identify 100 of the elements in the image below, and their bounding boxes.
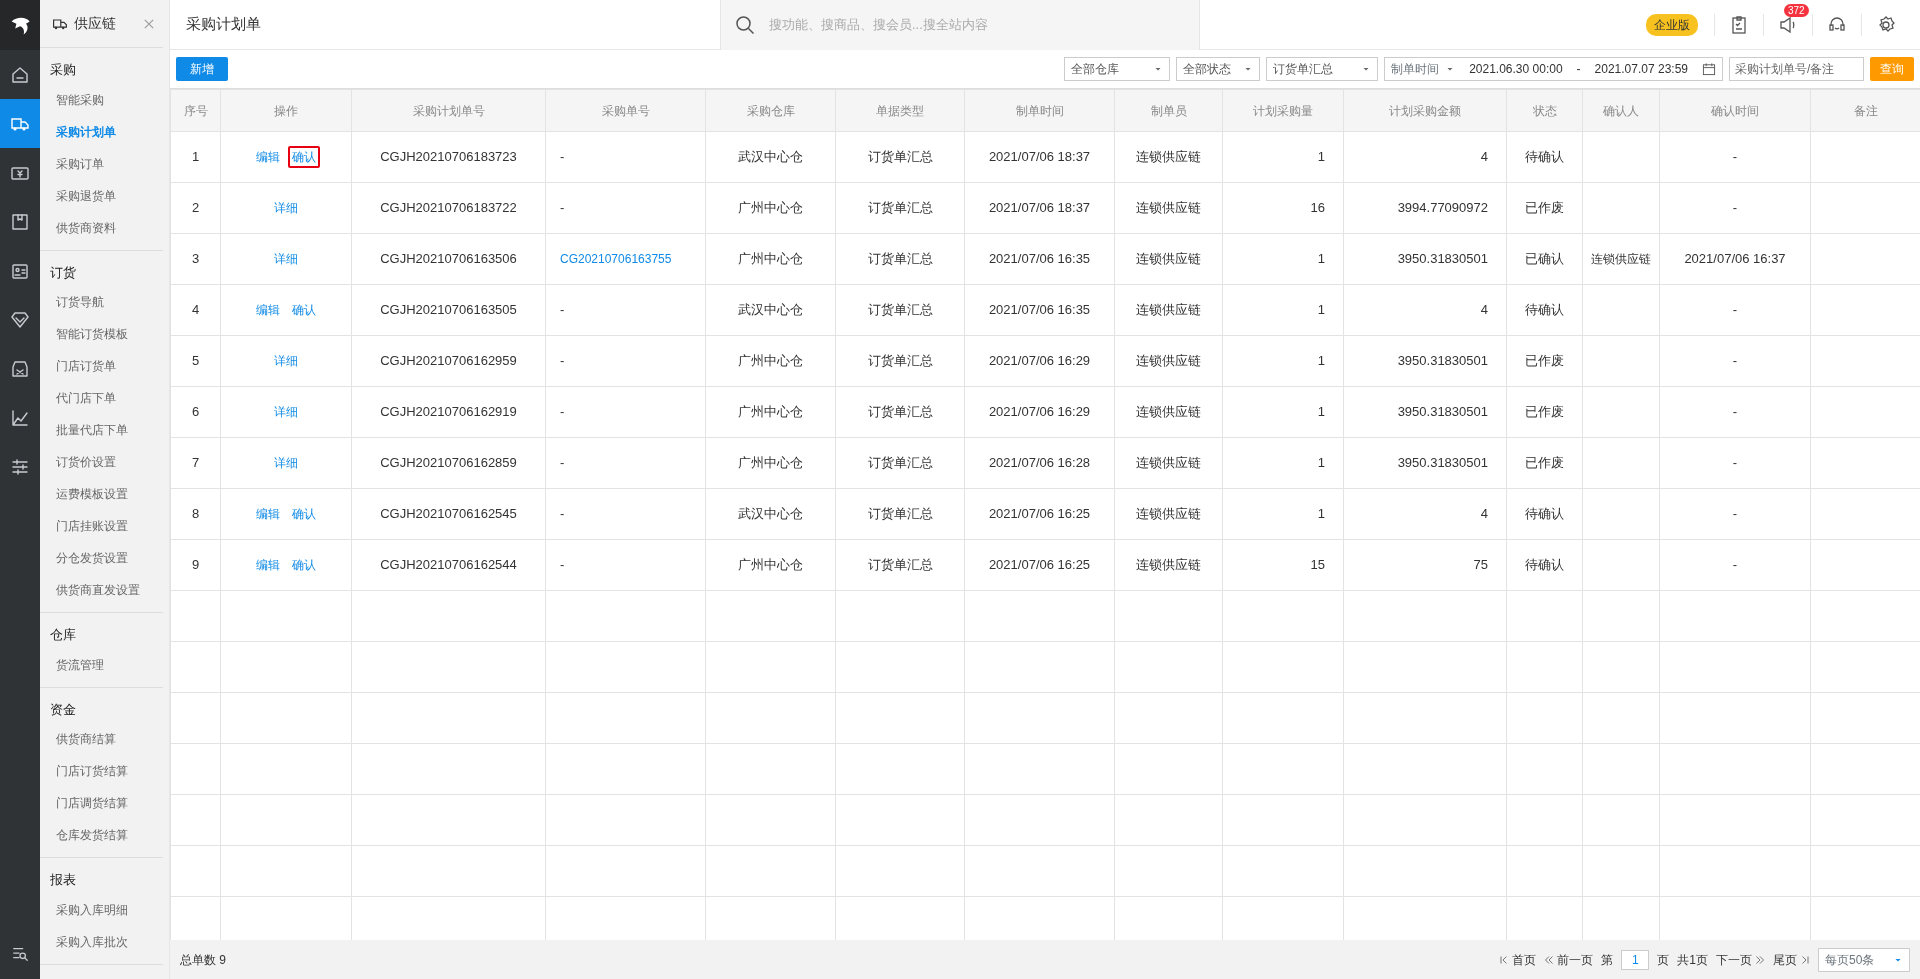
table-cell: 75 [1343,539,1507,591]
action-link[interactable]: 确认 [288,503,320,526]
sidebar-item[interactable]: 代门店下单 [40,382,163,414]
sidebar-item[interactable]: 订货价设置 [40,446,163,478]
sidebar-item[interactable]: 门店挂账设置 [40,510,163,542]
column-header: 采购单号 [545,89,706,132]
table-cell: 6 [170,386,221,438]
table-cell: 4 [170,284,221,336]
sidebar-item[interactable]: 智能订货模板 [40,318,163,350]
table-cell: 1 [1222,437,1344,489]
sidebar-item[interactable]: 采购入库批次 [40,925,163,958]
filter-dropdown[interactable]: 订货单汇总 [1266,57,1379,81]
table-cell: 1 [170,131,221,183]
table-cell: 广州中心仓 [705,437,836,489]
search-field[interactable]: 搜功能、搜商品、搜会员...搜全站内容 [767,13,1199,36]
action-link[interactable]: 编辑 [252,503,284,526]
action-link[interactable]: 编辑 [252,554,284,577]
sidebar-item[interactable]: 供货商直发设置 [40,574,163,606]
sidebar-item[interactable]: 门店订货单 [40,350,163,382]
table-cell: 1 [1222,335,1344,387]
table-cell: 武汉中心仓 [705,131,836,183]
sidebar-item[interactable]: 供货商结算 [40,723,163,755]
table-cell: 订货单汇总 [835,131,965,183]
add-button[interactable]: 新增 [176,57,228,81]
table-cell: 连锁供应链 [1114,335,1223,387]
table-cell: 2021/07/06 16:25 [964,539,1115,591]
table-cell: 订货单汇总 [835,182,965,234]
table-cell: 9 [170,539,221,591]
column-header: 计划采购量 [1222,89,1344,132]
sidebar-item[interactable]: 采购计划单 [40,115,163,148]
sidebar-item[interactable]: 供货商资料 [40,211,163,244]
sidebar-item[interactable]: 门店订货结算 [40,755,163,787]
table-cell: - [545,335,706,387]
sidebar-item[interactable]: 批量代店下单 [40,414,163,446]
table-cell: 连锁供应链 [1114,539,1223,591]
table-cell: 2021/07/06 16:37 [1659,233,1811,285]
box-icon [10,211,30,232]
table-cell: 订货单汇总 [835,539,965,591]
filter-dropdown[interactable]: 全部状态 [1176,57,1261,81]
page-number-field[interactable]: 1 [1621,949,1650,970]
sidebar-item[interactable]: 货流管理 [40,648,163,681]
close-icon [143,17,155,30]
sidebar-item[interactable]: 采购退货单 [40,179,163,212]
calendar-icon [1702,62,1716,76]
action-link[interactable]: 详细 [270,350,302,373]
table-cell: CGJH20210706162545 [351,488,546,540]
clipboard-button[interactable] [1729,14,1749,35]
table-cell: 武汉中心仓 [705,488,836,540]
action-link[interactable]: 详细 [270,197,302,220]
action-link[interactable]: 编辑 [252,299,284,322]
table-cell: 2021/07/06 16:35 [964,233,1115,285]
sidebar-item[interactable]: 智能采购 [40,83,163,116]
action-link[interactable]: 详细 [270,452,302,475]
action-link[interactable]: 详细 [270,401,302,424]
sidebar-title: 供应链 [74,14,116,33]
line-chart-icon [10,407,30,428]
sidebar-item[interactable]: 运费模板设置 [40,478,163,510]
table-cell: 1 [1222,233,1344,285]
table-cell: 待确认 [1506,488,1583,540]
table-cell: 8 [170,488,221,540]
sidebar-item[interactable]: 订货导航 [40,286,163,318]
sidebar-item[interactable]: 分仓发货设置 [40,542,163,574]
action-link[interactable]: 确认 [288,299,320,322]
sidebar-item[interactable]: 门店调货结算 [40,787,163,819]
sidebar-item[interactable]: 采购入库明细 [40,893,163,926]
table-cell: 2021/07/06 18:37 [964,131,1115,183]
table-cell: 3994.77090972 [1343,182,1507,234]
table-cell: - [545,386,706,438]
page-size-dropdown[interactable]: 每页50条 [1818,947,1910,972]
next-page-link[interactable]: 下一页 [1716,950,1765,969]
action-link[interactable]: 确认 [288,146,320,169]
action-link[interactable]: 编辑 [252,146,284,169]
table-cell: - [545,488,706,540]
action-link[interactable]: 详细 [270,248,302,271]
table-cell: 连锁供应链 [1582,233,1660,285]
sidebar-item[interactable]: 仓库发货结算 [40,819,163,851]
table-cell: CGJH20210706163506 [351,233,546,285]
column-header: 采购计划单号 [351,89,546,132]
date-range-field[interactable]: 制单时间 2021.06.30 00:00 - 2021.07.07 23:59 [1384,57,1723,81]
action-link[interactable]: 确认 [288,554,320,577]
keyword-field[interactable]: 采购计划单号/备注 [1729,57,1864,81]
filter-dropdown[interactable]: 全部仓库 [1064,57,1171,81]
sidebar-item[interactable]: 采购订单 [40,147,163,180]
table-cell: 连锁供应链 [1114,182,1223,234]
table-cell: 订货单汇总 [835,335,965,387]
column-header: 确认时间 [1659,89,1811,132]
table-cell: 订货单汇总 [835,284,965,336]
section-heading: 订货 [49,263,77,282]
table-cell: 1 [1222,488,1344,540]
table-cell: 4 [1343,488,1507,540]
table-cell: CGJH20210706183723 [351,131,546,183]
first-page-link[interactable]: 首页 [1499,950,1537,969]
previous-page-link[interactable]: 前一页 [1544,950,1594,969]
table-cell: 已确认 [1506,233,1583,285]
column-header: 制单时间 [964,89,1115,132]
column-header: 状态 [1506,89,1583,132]
table-cell: - [1659,386,1811,438]
search-bar[interactable]: 搜功能、搜商品、搜会员...搜全站内容 [720,0,1200,50]
last-page-link[interactable]: 尾页 [1773,950,1810,969]
table-cell: 4 [1343,131,1507,183]
